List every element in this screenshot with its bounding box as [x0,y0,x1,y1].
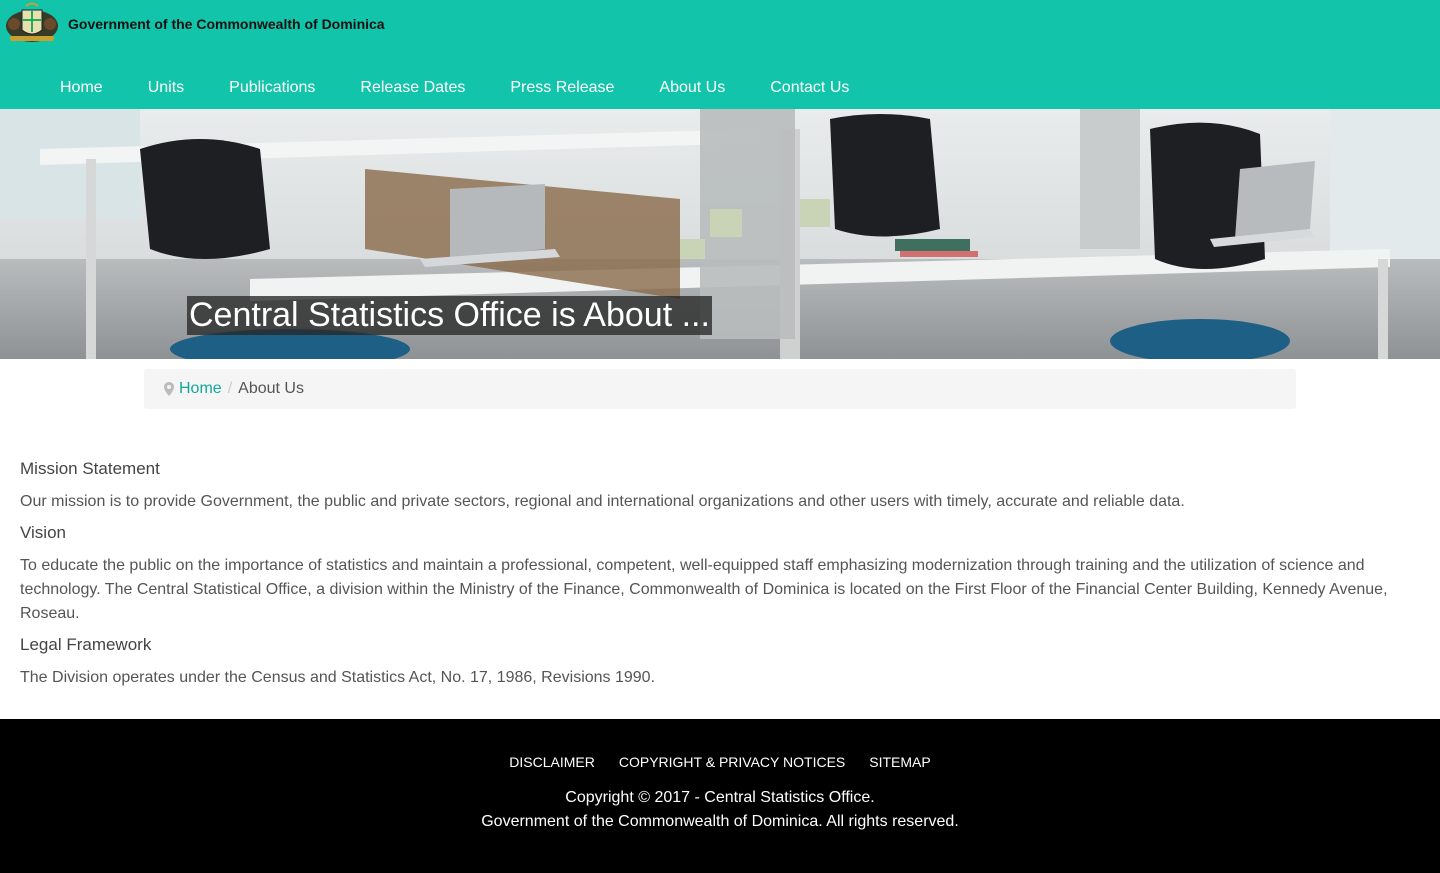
map-marker-icon [164,382,174,396]
breadcrumb-separator: / [227,380,233,397]
footer-links: DISCLAIMER COPYRIGHT & PRIVACY NOTICES S… [0,754,1440,770]
nav-item-publications[interactable]: Publications [229,76,315,100]
vision-text: To educate the public on the importance … [20,557,1388,622]
footer-link-sitemap[interactable]: SITEMAP [869,754,930,770]
nav-item-release-dates[interactable]: Release Dates [360,76,465,100]
copyright-line-2: Government of the Commonwealth of Domini… [481,813,959,830]
legal-framework-heading: Legal Framework [20,635,152,654]
about-content: Mission Statement Our mission is to prov… [20,458,1420,698]
copyright-line-1: Copyright © 2017 - Central Statistics Of… [565,789,875,806]
breadcrumb: Home / About Us [144,369,1296,409]
site-footer: DISCLAIMER COPYRIGHT & PRIVACY NOTICES S… [0,719,1440,873]
nav-item-units[interactable]: Units [148,76,184,100]
footer-link-copyright-privacy[interactable]: COPYRIGHT & PRIVACY NOTICES [619,754,845,770]
government-title: Government of the Commonwealth of Domini… [68,16,385,32]
copyright-notice: Copyright © 2017 - Central Statistics Of… [0,786,1440,834]
legal-framework-text: The Division operates under the Census a… [20,669,656,686]
nav-item-about-us[interactable]: About Us [659,76,725,100]
nav-item-home[interactable]: Home [60,76,103,100]
footer-link-disclaimer[interactable]: DISCLAIMER [509,754,595,770]
breadcrumb-home-link[interactable]: Home [179,380,222,398]
hero-caption: Central Statistics Office is About ... [187,296,712,335]
main-nav: Home Units Publications Release Dates Pr… [0,76,849,100]
dominica-coat-of-arms-icon[interactable] [4,2,60,44]
vision-heading: Vision [20,523,66,542]
nav-item-press-release[interactable]: Press Release [510,76,614,100]
breadcrumb-current: About Us [238,380,304,397]
nav-item-contact-us[interactable]: Contact Us [770,76,849,100]
mission-text: Our mission is to provide Government, th… [20,493,1185,510]
site-header: Government of the Commonwealth of Domini… [0,0,1440,109]
mission-heading: Mission Statement [20,459,160,478]
